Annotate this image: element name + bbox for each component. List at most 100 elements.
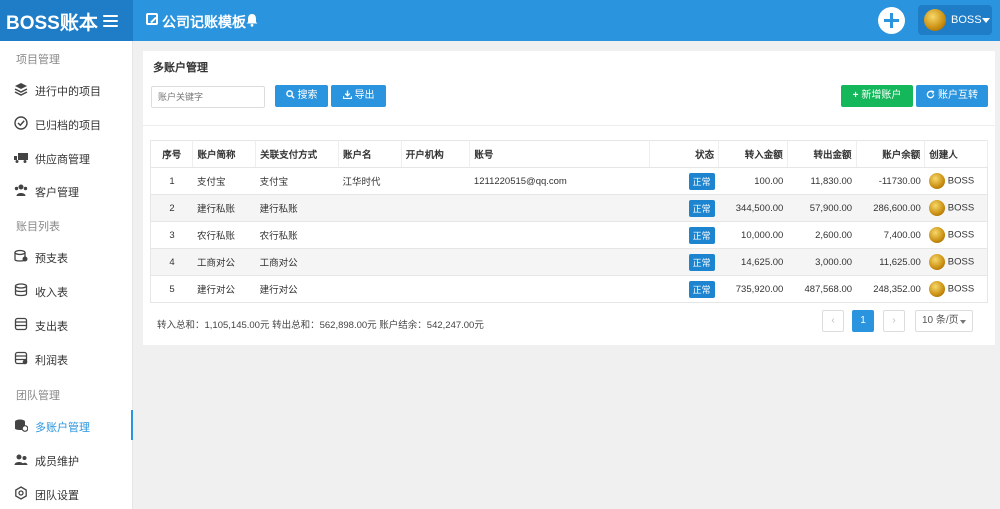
sidebar-item-expense[interactable]: 支出表	[0, 309, 133, 339]
column-header[interactable]: 账号	[469, 140, 651, 168]
cell-account-name	[338, 248, 402, 276]
bell-icon[interactable]	[246, 13, 258, 27]
table-row[interactable]: 3 农行私账 农行私账 正常 10,000.00 2,600.00 7,400.…	[150, 221, 988, 249]
sidebar-item-advance[interactable]: 预支表	[0, 241, 133, 271]
sidebar-group-projects: 项目管理	[16, 54, 60, 66]
table-row[interactable]: 2 建行私账 建行私账 正常 344,500.00 57,900.00 286,…	[150, 194, 988, 222]
sidebar-item-label: 利润表	[35, 355, 68, 367]
search-input[interactable]	[151, 86, 265, 108]
sidebar-item-customers[interactable]: 客户管理	[0, 175, 133, 205]
search-button[interactable]: 搜索	[275, 85, 328, 107]
cell-account-number	[469, 221, 650, 249]
search-icon	[285, 90, 295, 99]
sidebar-item-profit[interactable]: 利润表	[0, 343, 133, 373]
column-header[interactable]: 转入金额	[718, 140, 788, 168]
cell-in-amount: 10,000.00	[718, 221, 788, 249]
prev-page-button[interactable]: ‹	[822, 310, 844, 332]
sidebar-item-team-settings[interactable]: 团队设置	[0, 478, 133, 508]
cell-account-number	[469, 194, 650, 222]
cell-out-amount: 487,568.00	[787, 275, 857, 303]
creator-name: BOSS	[947, 202, 975, 214]
table-row[interactable]: 4 工商对公 工商对公 正常 14,625.00 3,000.00 11,625…	[150, 248, 988, 276]
cell-payment-method: 农行私账	[255, 221, 339, 249]
cell-account-number	[469, 248, 650, 276]
sidebar-item-members[interactable]: 成员维护	[0, 444, 133, 474]
creator-name: BOSS	[947, 229, 975, 241]
column-header[interactable]: 转出金额	[787, 140, 857, 168]
divider	[143, 125, 995, 126]
table-row[interactable]: 5 建行对公 建行对公 正常 735,920.00 487,568.00 248…	[150, 275, 988, 303]
users-icon	[14, 184, 28, 196]
column-header[interactable]: 账户名	[338, 140, 402, 168]
table-header-row: 序号 账户简称 关联支付方式 账户名 开户机构 账号 状态 转入金额 转出金额 …	[150, 140, 988, 168]
cell-short-name: 建行私账	[192, 194, 256, 222]
cell-creator: BOSS	[924, 194, 988, 222]
cell-in-amount: 14,625.00	[718, 248, 788, 276]
avatar	[928, 254, 945, 270]
cell-in-amount: 735,920.00	[718, 275, 788, 303]
cell-index: 1	[150, 167, 193, 195]
page-size-value: 10 条/页	[922, 315, 959, 326]
sidebar-item-multi-account[interactable]: 多账户管理	[0, 410, 133, 440]
cell-account-number	[469, 275, 650, 303]
sidebar-item-suppliers[interactable]: 供应商管理	[0, 142, 133, 172]
sidebar-item-archived-projects[interactable]: 已归档的项目	[0, 108, 133, 138]
next-page-button[interactable]: ›	[883, 310, 905, 332]
sidebar-group-ledgers: 账目列表	[16, 221, 60, 233]
creator-name: BOSS	[947, 175, 975, 187]
accounts-table: 序号 账户简称 关联支付方式 账户名 开户机构 账号 状态 转入金额 转出金额 …	[150, 140, 988, 303]
status-badge: 正常	[688, 253, 715, 271]
column-header[interactable]: 关联支付方式	[255, 140, 340, 168]
project-title[interactable]: 公司记账模板	[162, 12, 246, 32]
cell-out-amount: 11,830.00	[787, 167, 857, 195]
column-header[interactable]: 开户机构	[401, 140, 471, 168]
cell-institution	[401, 194, 470, 222]
sidebar-item-label: 已归档的项目	[35, 120, 101, 132]
totals-summary: 转入总和：1,105,145.00元 转出总和：562,898.00元 账户结余…	[157, 320, 484, 331]
column-header[interactable]: 状态	[649, 140, 720, 168]
cell-balance: -11730.00	[856, 167, 925, 195]
layers-icon	[14, 83, 28, 96]
user-avatar	[924, 9, 946, 31]
page-title: 多账户管理	[153, 62, 208, 74]
cell-short-name: 支付宝	[192, 167, 256, 195]
truck-icon	[14, 153, 28, 163]
column-header[interactable]: 账户简称	[192, 140, 257, 168]
sidebar-item-label: 成员维护	[35, 456, 79, 468]
accounts-icon	[15, 419, 28, 432]
cell-account-name	[338, 275, 402, 303]
page-size-select[interactable]: 10 条/页	[915, 310, 973, 332]
brand-logo[interactable]: BOSS账本	[6, 8, 98, 35]
cell-institution	[401, 248, 470, 276]
cell-balance: 286,600.00	[856, 194, 925, 222]
cell-institution	[401, 275, 470, 303]
add-account-button[interactable]: + 新增账户	[841, 85, 913, 107]
menu-icon[interactable]	[103, 15, 118, 27]
cell-short-name: 工商对公	[192, 248, 256, 276]
account-transfer-button[interactable]: 账户互转	[916, 85, 988, 107]
top-header: BOSS账本 公司记账模板 BOSS	[0, 0, 1000, 41]
cell-index: 3	[150, 221, 193, 249]
column-header[interactable]: 序号	[150, 140, 194, 168]
user-group-icon	[14, 454, 28, 465]
database-icon	[14, 283, 28, 297]
export-button-label: 导出	[354, 90, 375, 101]
cell-status: 正常	[649, 194, 719, 222]
cell-creator: BOSS	[924, 275, 988, 303]
sidebar-item-label: 预支表	[35, 253, 68, 265]
sidebar-item-label: 客户管理	[35, 187, 79, 199]
sidebar-item-income[interactable]: 收入表	[0, 275, 133, 305]
page-1-button[interactable]: 1	[852, 310, 874, 332]
cell-account-name: 江华时代	[338, 167, 402, 195]
table-row[interactable]: 1 支付宝 支付宝 江华时代 1211220515@qq.com 正常 100.…	[150, 167, 988, 195]
column-header[interactable]: 账户余额	[856, 140, 926, 168]
column-header[interactable]: 创建人	[924, 140, 988, 168]
export-button[interactable]: 导出	[331, 85, 386, 107]
cell-payment-method: 工商对公	[255, 248, 339, 276]
user-menu[interactable]: BOSS	[918, 5, 992, 35]
sidebar-item-active-projects[interactable]: 进行中的项目	[0, 74, 133, 104]
add-circle-button[interactable]	[878, 7, 905, 34]
sidebar-item-label: 支出表	[35, 321, 68, 333]
cell-out-amount: 2,600.00	[787, 221, 857, 249]
check-circle-icon	[14, 116, 28, 130]
